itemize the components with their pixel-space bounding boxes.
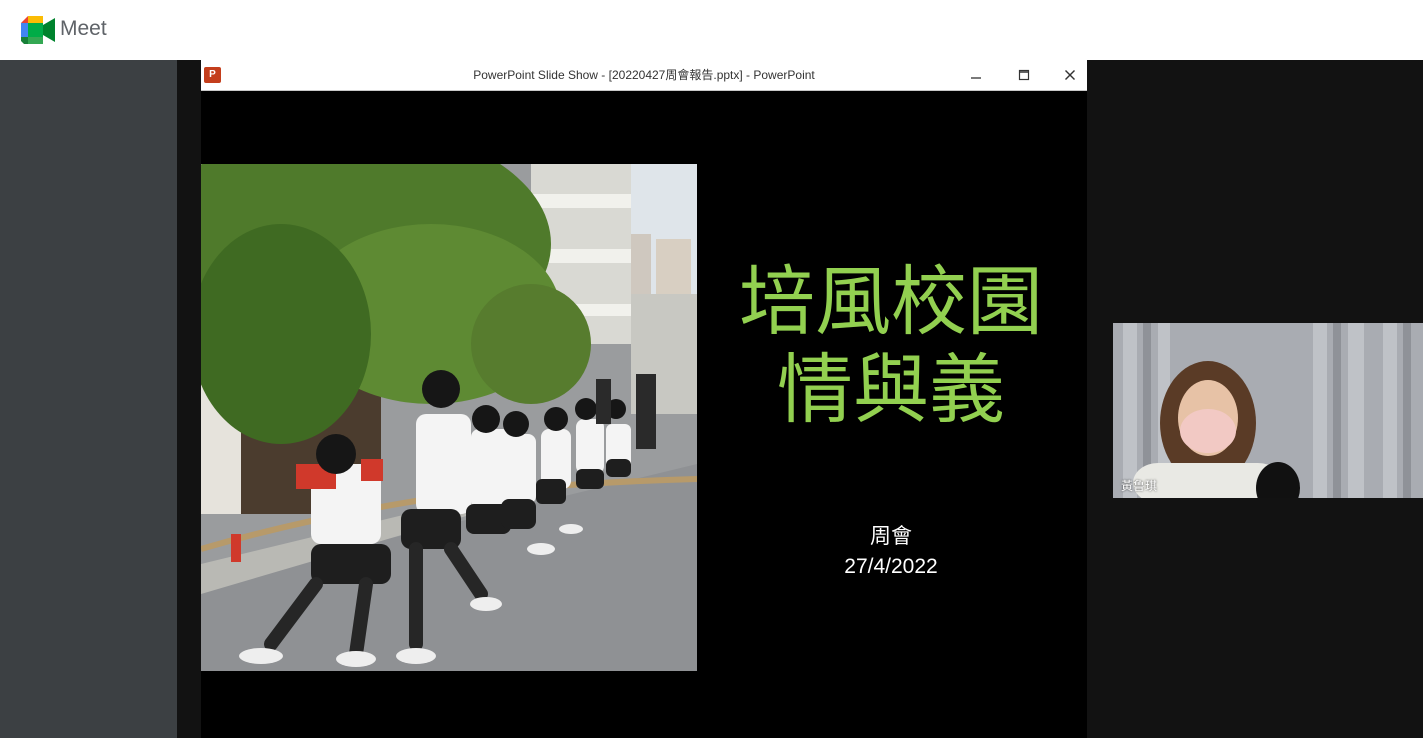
close-button[interactable] — [1047, 60, 1093, 90]
presentation-window[interactable]: PowerPoint Slide Show - [20220427周會報告.pp… — [201, 60, 1087, 738]
slide-date: 27/4/2022 — [844, 555, 938, 578]
slide-subtitle: 周會 — [870, 525, 912, 548]
powerpoint-icon: P — [204, 67, 221, 83]
meet-header: Meet — [0, 0, 1423, 60]
minimize-icon — [971, 77, 981, 79]
maximize-button[interactable] — [1001, 60, 1047, 90]
slide-subtitle-block: 周會 27/4/2022 — [791, 522, 991, 582]
google-meet-logo[interactable] — [21, 16, 55, 44]
slide-photo — [201, 164, 697, 671]
participant-tile[interactable] — [1113, 323, 1423, 498]
slide-title-line-2: 情與義 — [777, 345, 1005, 434]
participant-video — [1113, 323, 1423, 498]
participant-name: 黃鲁琪 — [1121, 479, 1158, 493]
maximize-icon — [1018, 69, 1030, 81]
tug-of-war-photo — [201, 164, 697, 671]
minimize-button[interactable] — [953, 60, 999, 90]
app-name: Meet — [60, 17, 107, 40]
slide-title: 培風校園 情與義 — [721, 258, 1061, 434]
left-panel — [0, 60, 177, 738]
window-titlebar[interactable]: PowerPoint Slide Show - [20220427周會報告.pp… — [201, 60, 1087, 91]
close-icon — [1065, 70, 1075, 80]
slide-title-line-1: 培風校園 — [739, 257, 1043, 346]
